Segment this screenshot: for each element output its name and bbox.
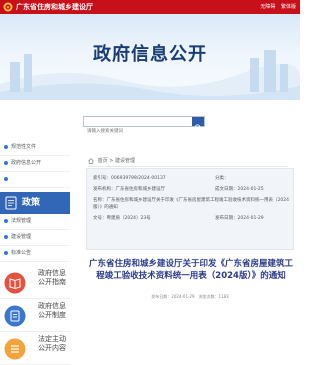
- sidebar-big-label: 法定主动 公开内容: [38, 335, 70, 353]
- pub-date-cell: 发布日期：2024-01-29: [215, 215, 264, 221]
- site-name[interactable]: 广东省住房和城乡建设厅: [16, 2, 93, 12]
- article-title: 广东省住房和城乡建设厅关于印发《广东省房屋建筑工程竣工验收技术资料统一用表（20…: [88, 259, 293, 281]
- banner: 政府信息公开: [0, 14, 300, 100]
- bullet-icon: [4, 177, 8, 181]
- sidebar-card-label: 政策: [22, 198, 41, 208]
- sidebar-item-guide[interactable]: 政府信息 公开指南: [0, 266, 70, 299]
- index-label: 索引号：: [93, 176, 111, 181]
- sidebar-big-label: 政府信息 公开指南: [38, 269, 70, 287]
- document-icon: [5, 196, 17, 210]
- name-row: 名称：广东省住房和城乡建设厅关于印发《广东省房屋建筑工程竣工验收技术资料统一用表…: [93, 197, 289, 211]
- doc-no-value: 粤建质〔2024〕23号: [106, 216, 151, 221]
- sidebar-item-normative-docs[interactable]: 规范性文件: [0, 140, 70, 156]
- label-line: 政府信息: [38, 269, 66, 277]
- pub-date-label: 发布日期：: [215, 216, 238, 221]
- list-icon: [4, 338, 26, 360]
- sidebar-item-policy[interactable]: 政策: [0, 192, 70, 214]
- sidebar-item-info-disclosure[interactable]: 政府信息公开: [0, 156, 70, 172]
- search-box: [83, 116, 205, 136]
- book-icon: [4, 272, 26, 294]
- bullet-icon: [4, 235, 8, 239]
- created-value: 2024-01-25: [237, 187, 264, 192]
- search-icon: [194, 124, 201, 131]
- banner-title: 政府信息公开: [93, 44, 207, 65]
- sidebar-item-label: 法规管理: [11, 218, 32, 224]
- category-label: 分类：: [215, 176, 229, 181]
- publisher-row: 发布机构：广东省住房和城乡建设厅: [93, 186, 165, 192]
- bullet-icon: [4, 161, 8, 165]
- label-line: 公开指南: [38, 278, 66, 286]
- created-cell: 成文日期：2024-01-25: [215, 186, 264, 192]
- article-meta: 发布日期：2024-01-29 浏览次数：1183: [151, 294, 229, 299]
- sidebar-item-construction[interactable]: 建设管理: [0, 230, 70, 246]
- bullet-icon: [4, 145, 8, 149]
- sidebar-item-standards[interactable]: 标准公告: [0, 246, 70, 262]
- bullet-icon: [4, 219, 8, 223]
- sidebar-item-label: 政府信息公开: [11, 160, 42, 166]
- doc-no-row: 文号：粤建质〔2024〕23号: [93, 215, 151, 221]
- top-tools: 无障碍 繁体版: [256, 2, 296, 12]
- category-cell: 分类：: [215, 175, 229, 181]
- sidebar-item-label: 规范性文件: [11, 144, 37, 150]
- label-line: 法定主动: [38, 335, 66, 343]
- search-button[interactable]: [192, 117, 204, 131]
- sidebar-big-label: 政府信息 公开制度: [38, 302, 70, 320]
- label-line: 公开制度: [38, 311, 66, 319]
- sidebar-item-label: 建设管理: [11, 234, 32, 240]
- sidebar-item-system[interactable]: 政府信息 公开制度: [0, 299, 70, 332]
- document-info-panel: 索引号：006939799/2024-00137 分类： 发布机构：广东省住房和…: [86, 168, 294, 250]
- index-value: 006939799/2024-00137: [111, 176, 166, 181]
- name-label: 名称：: [93, 198, 107, 203]
- bullet-icon: [4, 251, 8, 255]
- accessibility-link[interactable]: 无障碍: [260, 4, 275, 10]
- sidebar-item-label: 标准公告: [11, 250, 32, 256]
- top-bar: 广东省住房和城乡建设厅 无障碍 繁体版: [0, 0, 300, 14]
- emblem-icon[interactable]: [3, 2, 13, 12]
- doc-no-label: 文号：: [93, 216, 107, 221]
- index-row: 索引号：006939799/2024-00137: [93, 175, 166, 181]
- search-input[interactable]: [84, 127, 195, 136]
- pub-date-value: 2024-01-29: [237, 216, 264, 221]
- publisher-value: 广东省住房和城乡建设厅: [115, 187, 166, 192]
- publisher-label: 发布机构：: [93, 187, 116, 192]
- created-label: 成文日期：: [215, 187, 238, 192]
- sidebar-item-regulation[interactable]: 法规管理: [0, 214, 70, 230]
- sidebar-item-blank[interactable]: [0, 172, 70, 188]
- sidebar: 规范性文件 政府信息公开 政策 法规管理 建设管理 标准公告 政府信息 公开指南…: [0, 140, 70, 365]
- breadcrumb-current[interactable]: 建设管理: [115, 158, 135, 164]
- home-icon: [88, 158, 94, 164]
- breadcrumb: 首页 > 建设管理: [88, 156, 288, 167]
- name-value: 广东省住房和城乡建设厅关于印发《广东省房屋建筑工程竣工验收技术资料统一用表（20…: [93, 198, 289, 210]
- breadcrumb-home[interactable]: 首页: [98, 158, 108, 164]
- label-line: 政府信息: [38, 302, 66, 310]
- sidebar-item-statutory[interactable]: 法定主动 公开内容: [0, 332, 70, 365]
- traditional-chinese-link[interactable]: 繁体版: [281, 4, 296, 10]
- clipboard-icon: [4, 305, 26, 327]
- label-line: 公开内容: [38, 344, 66, 352]
